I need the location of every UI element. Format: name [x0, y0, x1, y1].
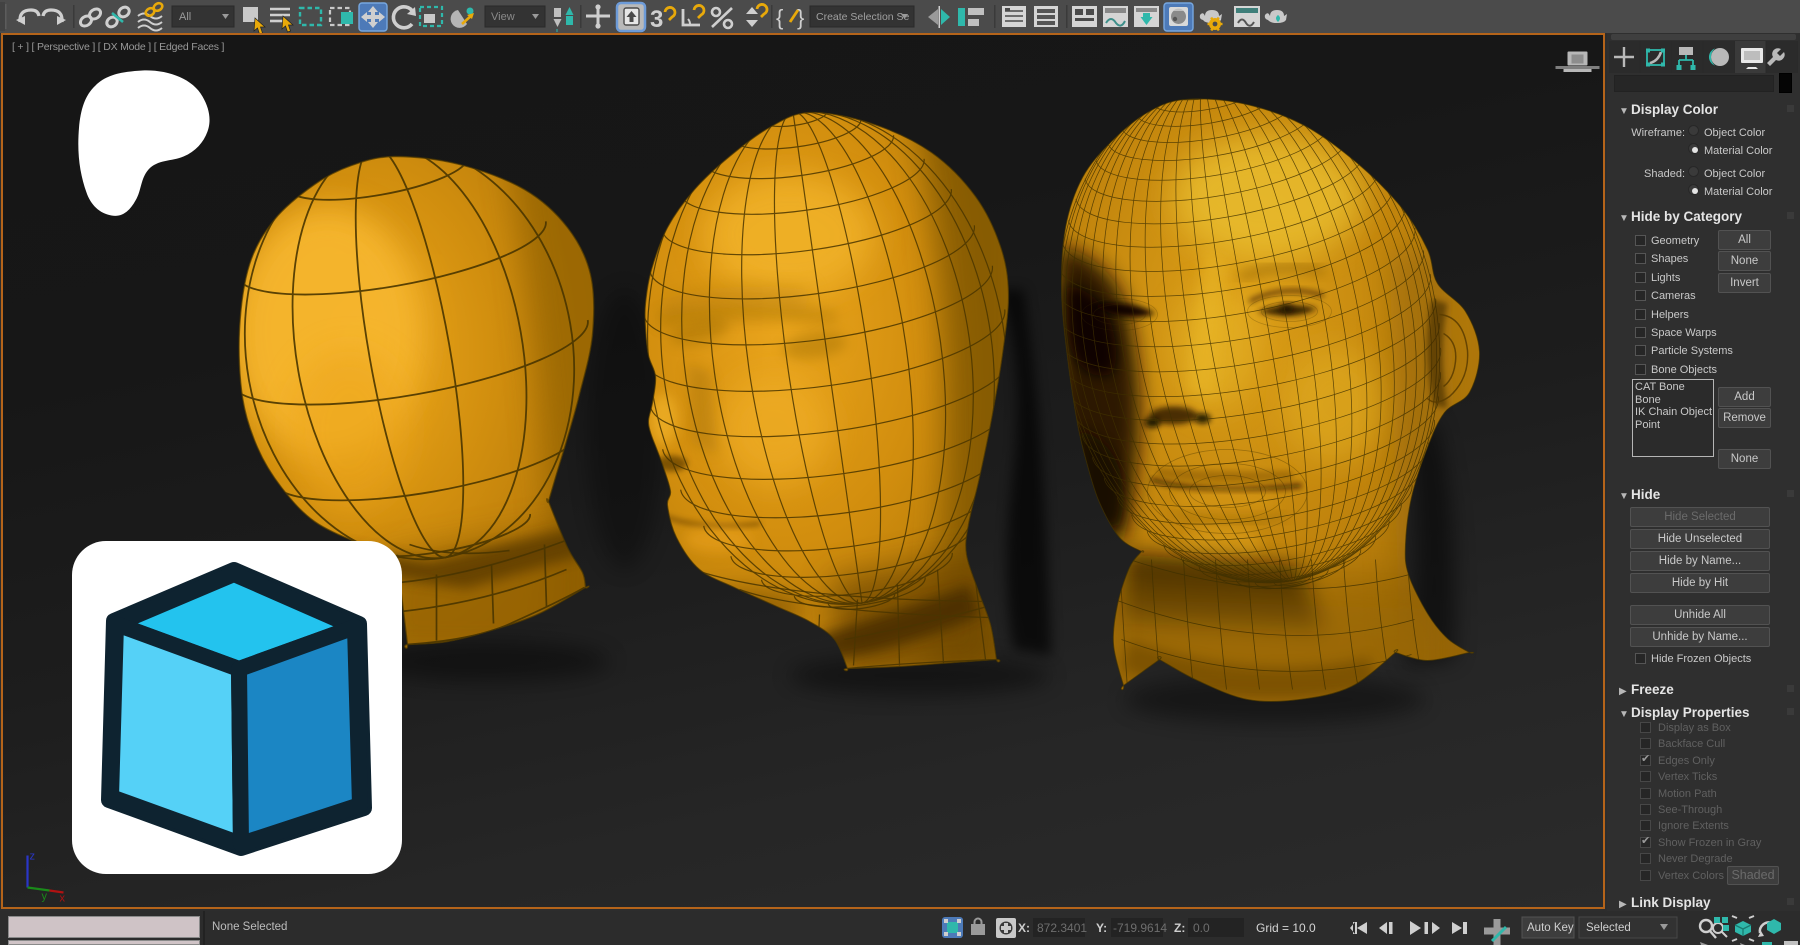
svg-text:X:: X:	[1018, 921, 1030, 935]
svg-text:872.3401: 872.3401	[1037, 921, 1087, 935]
svg-text:}: }	[797, 5, 804, 30]
svg-text:{: {	[776, 5, 783, 30]
svg-text:3: 3	[650, 6, 663, 33]
svg-text:All: All	[179, 11, 191, 23]
svg-text:Y:: Y:	[1096, 921, 1107, 935]
svg-text:Grid = 10.0: Grid = 10.0	[1256, 921, 1316, 935]
svg-text:0.0: 0.0	[1193, 921, 1210, 935]
svg-text:Create Selection Se: Create Selection Se	[816, 11, 910, 23]
svg-text:y: y	[42, 891, 48, 903]
svg-text:Selected: Selected	[1586, 922, 1631, 934]
svg-text:-719.9614: -719.9614	[1113, 921, 1167, 935]
svg-text:Auto Key: Auto Key	[1527, 922, 1574, 934]
svg-text:x: x	[60, 893, 66, 905]
svg-text:View: View	[491, 11, 515, 23]
svg-text:Z:: Z:	[1174, 921, 1185, 935]
svg-text:z: z	[30, 851, 36, 863]
